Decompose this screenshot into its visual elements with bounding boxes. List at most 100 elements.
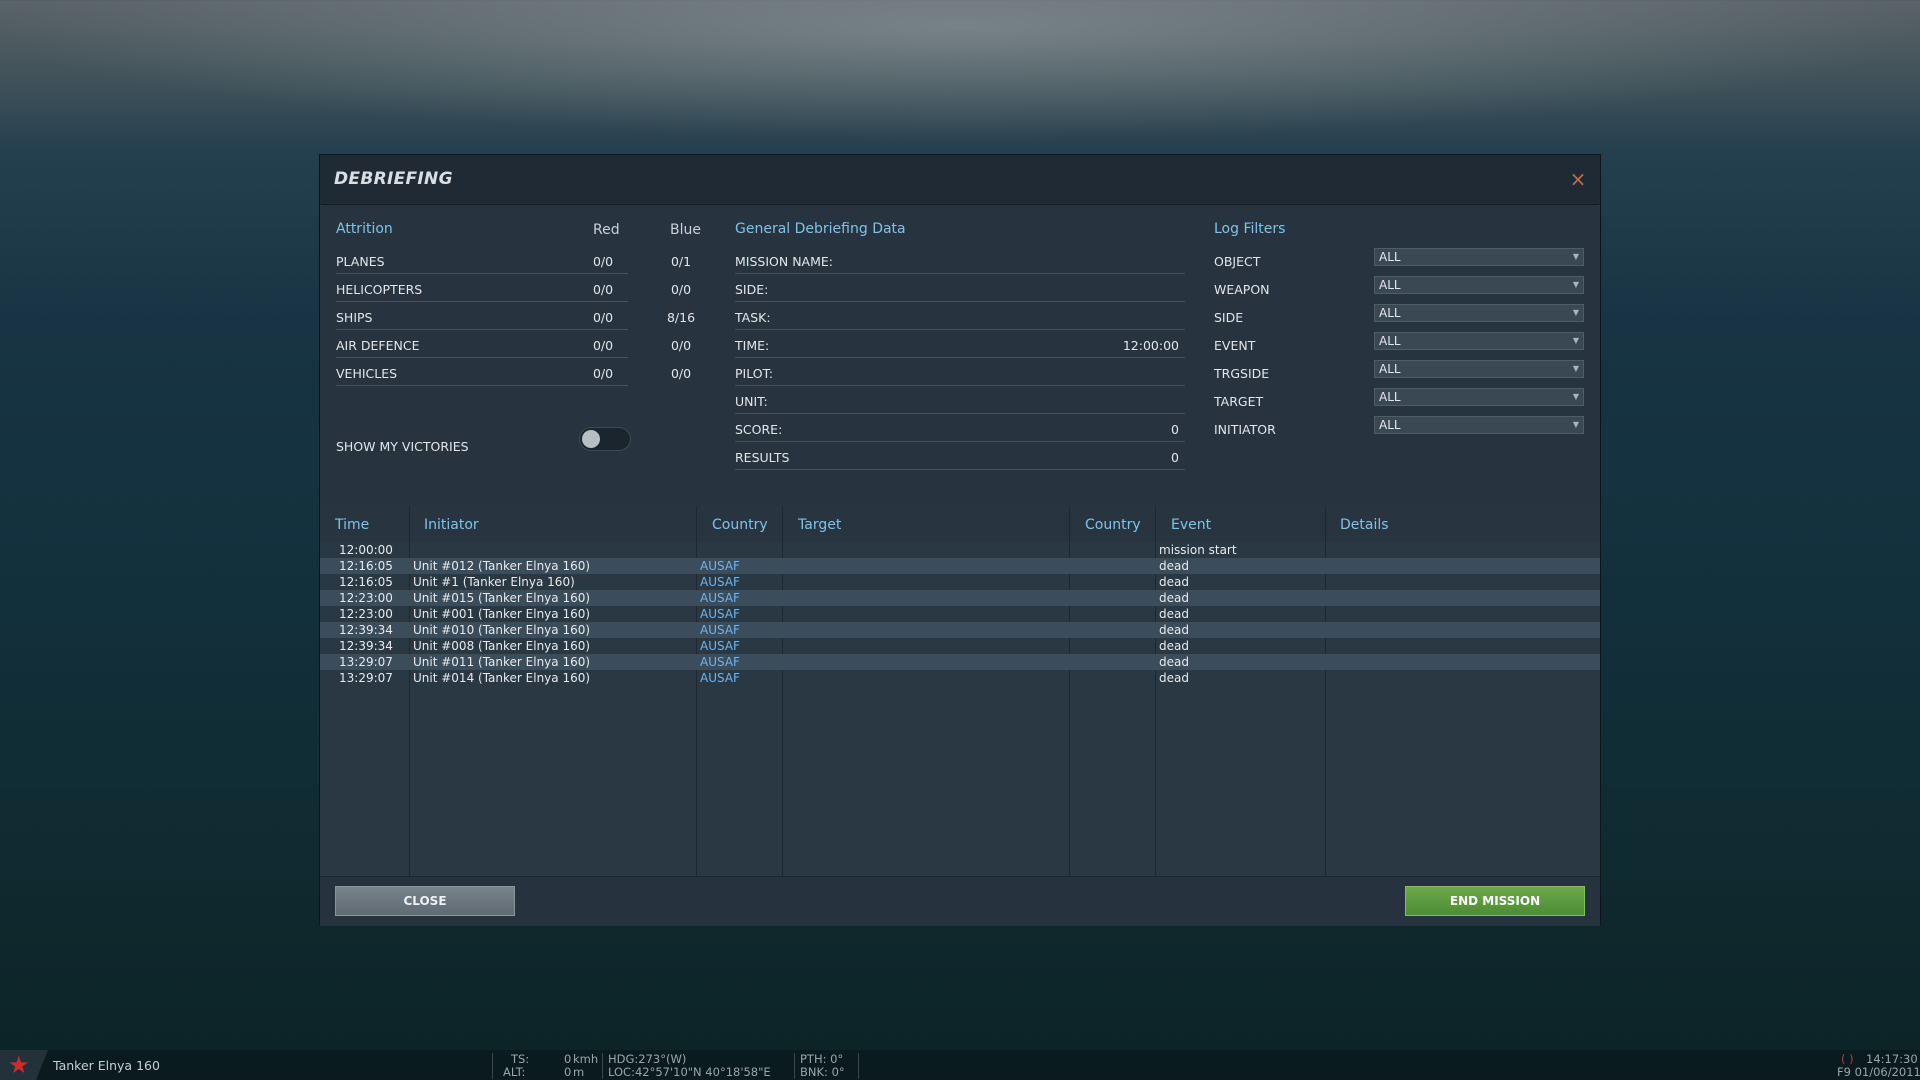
general-row: PILOT: bbox=[735, 358, 1185, 386]
log-row[interactable]: 12:23:00 Unit #001 (Tanker Elnya 160) AUSA… bbox=[320, 606, 1600, 622]
attrition-row: PLANES 0/0 0/1 bbox=[336, 246, 691, 274]
general-value: 0 bbox=[1171, 450, 1179, 465]
toggle-knob bbox=[582, 430, 600, 448]
filter-row-initiator: INITIATOR ALL ▼ bbox=[1214, 414, 1594, 442]
end-mission-button[interactable]: END MISSION bbox=[1405, 886, 1585, 916]
filter-label: INITIATOR bbox=[1214, 422, 1276, 437]
separator bbox=[858, 1053, 859, 1079]
filter-label: WEAPON bbox=[1214, 282, 1270, 297]
attrition-col-red: Red bbox=[593, 222, 620, 238]
filter-label: SIDE bbox=[1214, 310, 1244, 325]
col-initiator[interactable]: Initiator bbox=[424, 517, 479, 533]
general-row: TIME: 12:00:00 bbox=[735, 330, 1185, 358]
log-initiator: Unit #008 (Tanker Elnya 160) bbox=[413, 639, 591, 653]
log-row[interactable]: 12:39:34 Unit #010 (Tanker Elnya 160) AUSA… bbox=[320, 622, 1600, 638]
filter-select-side[interactable]: ALL ▼ bbox=[1374, 304, 1584, 322]
log-initiator: Unit #1 (Tanker Elnya 160) bbox=[413, 575, 575, 589]
event-log: Time Initiator Country Target Country Ev… bbox=[320, 506, 1600, 876]
filter-select-object[interactable]: ALL ▼ bbox=[1374, 248, 1584, 266]
attrition-red-value: 0/0 bbox=[592, 338, 614, 353]
filter-label: OBJECT bbox=[1214, 254, 1261, 269]
alt-unit: m bbox=[573, 1065, 585, 1079]
attrition-blue-value: 0/0 bbox=[670, 338, 692, 353]
unit-name: Tanker Elnya 160 bbox=[53, 1058, 160, 1073]
general-label: MISSION NAME: bbox=[735, 254, 833, 269]
filter-select-trgside[interactable]: ALL ▼ bbox=[1374, 360, 1584, 378]
close-button[interactable]: CLOSE bbox=[335, 886, 515, 916]
col-country[interactable]: Country bbox=[712, 517, 768, 533]
col-details[interactable]: Details bbox=[1340, 517, 1389, 533]
filter-label: TARGET bbox=[1214, 394, 1264, 409]
log-time: 12:23:00 bbox=[339, 607, 393, 621]
filter-select-event[interactable]: ALL ▼ bbox=[1374, 332, 1584, 350]
log-time: 12:16:05 bbox=[339, 559, 393, 573]
log-row[interactable]: 12:16:05 Unit #1 (Tanker Elnya 160) AUSAF d… bbox=[320, 574, 1600, 590]
chevron-down-icon: ▼ bbox=[1572, 280, 1579, 289]
general-value: 0 bbox=[1171, 422, 1179, 437]
general-row: SCORE: 0 bbox=[735, 414, 1185, 442]
pitch-readout: PTH: 0° bbox=[800, 1052, 844, 1066]
log-time: 12:00:00 bbox=[339, 543, 393, 557]
ts-label: TS: bbox=[511, 1052, 530, 1066]
chevron-down-icon: ▼ bbox=[1572, 420, 1579, 429]
separator bbox=[492, 1053, 493, 1079]
attrition-label: SHIPS bbox=[336, 310, 373, 325]
log-event: dead bbox=[1159, 639, 1189, 653]
log-time: 12:39:34 bbox=[339, 623, 393, 637]
filter-row-trgside: TRGSIDE ALL ▼ bbox=[1214, 358, 1594, 386]
attrition-label: VEHICLES bbox=[336, 366, 398, 381]
filter-label: EVENT bbox=[1214, 338, 1256, 353]
log-row[interactable]: 12:16:05 Unit #012 (Tanker Elnya 160) AUSA… bbox=[320, 558, 1600, 574]
filter-select-initiator[interactable]: ALL ▼ bbox=[1374, 416, 1584, 434]
chevron-down-icon: ▼ bbox=[1572, 364, 1579, 373]
attrition-row: SHIPS 0/0 8/16 bbox=[336, 302, 695, 330]
attrition-blue-value: 8/16 bbox=[666, 310, 696, 325]
dialog-title: DEBRIEFING bbox=[334, 169, 453, 189]
sky-background bbox=[0, 0, 1920, 140]
red-star-icon: ★ bbox=[8, 1051, 30, 1079]
log-initiator: Unit #012 (Tanker Elnya 160) bbox=[413, 559, 591, 573]
log-row[interactable]: 12:00:00 mission start bbox=[320, 542, 1600, 558]
col-target-country[interactable]: Country bbox=[1085, 517, 1141, 533]
col-time[interactable]: Time bbox=[335, 517, 369, 533]
attrition-red-value: 0/0 bbox=[592, 366, 614, 381]
col-target[interactable]: Target bbox=[798, 517, 841, 533]
general-label: TIME: bbox=[735, 338, 770, 353]
log-event: dead bbox=[1159, 591, 1189, 605]
select-value: ALL bbox=[1379, 250, 1401, 264]
filter-select-target[interactable]: ALL ▼ bbox=[1374, 388, 1584, 406]
log-country: AUSAF bbox=[700, 655, 740, 669]
log-row[interactable]: 13:29:07 Unit #011 (Tanker Elnya 160) AUSA… bbox=[320, 654, 1600, 670]
attrition-row: HELICOPTERS 0/0 0/0 bbox=[336, 274, 691, 302]
filter-select-weapon[interactable]: ALL ▼ bbox=[1374, 276, 1584, 294]
filter-row-object: OBJECT ALL ▼ bbox=[1214, 246, 1594, 274]
attrition-red-value: 0/0 bbox=[592, 282, 614, 297]
attrition-blue-value: 0/1 bbox=[670, 254, 692, 269]
log-event: dead bbox=[1159, 623, 1189, 637]
general-label: SIDE: bbox=[735, 282, 769, 297]
log-initiator: Unit #010 (Tanker Elnya 160) bbox=[413, 623, 591, 637]
dialog-header: DEBRIEFING × bbox=[320, 155, 1600, 205]
log-row[interactable]: 13:29:07 Unit #014 (Tanker Elnya 160) AUSA… bbox=[320, 670, 1600, 686]
alt-value: 0 bbox=[564, 1065, 572, 1079]
heading-readout: HDG:273°(W) bbox=[608, 1052, 687, 1066]
log-event: mission start bbox=[1159, 543, 1237, 557]
brackets-indicator: ( ) bbox=[1841, 1052, 1854, 1066]
chevron-down-icon: ▼ bbox=[1572, 252, 1579, 261]
log-initiator: Unit #015 (Tanker Elnya 160) bbox=[413, 591, 591, 605]
log-row[interactable]: 12:39:34 Unit #008 (Tanker Elnya 160) AUSA… bbox=[320, 638, 1600, 654]
general-row: UNIT: bbox=[735, 386, 1185, 414]
close-icon[interactable]: × bbox=[1566, 167, 1590, 191]
attrition-label: AIR DEFENCE bbox=[336, 338, 420, 353]
show-victories-toggle[interactable] bbox=[579, 427, 631, 451]
col-event[interactable]: Event bbox=[1171, 517, 1211, 533]
attrition-label: PLANES bbox=[336, 254, 385, 269]
log-initiator: Unit #014 (Tanker Elnya 160) bbox=[413, 671, 591, 685]
log-time: 13:29:07 bbox=[339, 655, 393, 669]
debriefing-dialog: DEBRIEFING × Attrition Red Blue PLANES 0/… bbox=[319, 154, 1601, 926]
log-time: 12:39:34 bbox=[339, 639, 393, 653]
log-row[interactable]: 12:23:00 Unit #015 (Tanker Elnya 160) AUSA… bbox=[320, 590, 1600, 606]
attrition-col-blue: Blue bbox=[670, 222, 701, 238]
date: F9 01/06/2011 bbox=[1837, 1065, 1920, 1079]
log-country: AUSAF bbox=[700, 671, 740, 685]
